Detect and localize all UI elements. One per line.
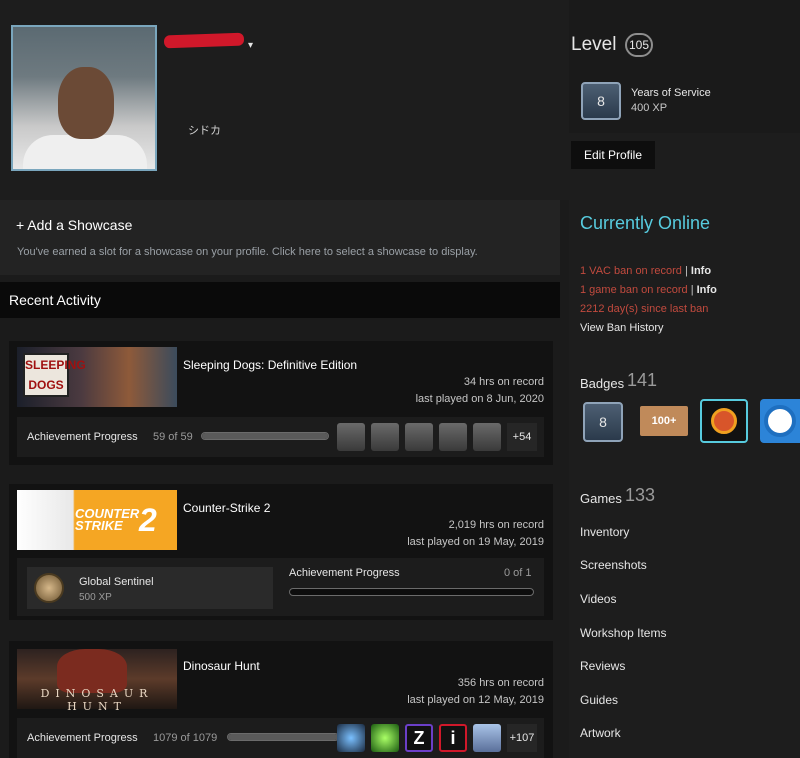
global-sentinel-icon [34,573,64,603]
screenshots-link[interactable]: Screenshots [580,558,647,572]
more-achievements-count[interactable]: +107 [507,724,537,752]
level-badge[interactable]: 105 [625,33,653,57]
achievement-icon[interactable] [337,423,365,451]
achievement-progress-label: Achievement Progress [27,732,138,744]
achievement-progress-label: Achievement Progress [289,567,400,579]
guides-link[interactable]: Guides [580,693,618,707]
achievement-icon[interactable] [473,724,501,752]
online-status: Currently Online [580,213,711,233]
achievement-icon[interactable] [473,423,501,451]
more-achievements-count[interactable]: +54 [507,423,537,451]
achievement-icon[interactable] [371,423,399,451]
game-hours: 356 hrs on record [457,677,544,689]
name-dropdown-icon[interactable]: ▾ [248,40,253,51]
games-link[interactable]: Games [580,491,622,506]
achievement-progress-fill [202,433,328,439]
sleeping-dogs-logo: SLEEPING DOGS [23,353,86,397]
game-hours: 34 hrs on record [463,376,544,388]
achievement-progress-row[interactable]: Achievement Progress 1079 of 1079 Z i +1… [17,718,544,758]
achievement-progress-bar [227,733,339,741]
redacted-username [163,32,245,49]
cs-logo-text: COUNTER STRIKE [75,506,140,533]
years-of-service-badge-icon[interactable]: 8 [583,402,623,442]
add-showcase-description: You've earned a slot for a showcase on y… [17,246,478,258]
game-title-counter-strike-2[interactable]: Counter-Strike 2 [183,501,270,515]
vac-ban-info-link[interactable]: Info [691,265,711,277]
achievement-icon-i[interactable]: i [439,724,467,752]
achievement-progress-label: Achievement Progress [27,431,138,443]
sun-face-badge-icon[interactable] [700,399,748,443]
game-ban-line: 1 game ban on record | Info [580,284,717,296]
days-since-ban: 2212 day(s) since last ban [580,303,709,315]
rank-name: Global Sentinel [79,576,154,588]
artwork-link[interactable]: Artwork [580,726,621,740]
achievement-icon[interactable] [337,724,365,752]
inventory-link[interactable]: Inventory [580,525,629,539]
badge-title: Years of Service [631,87,711,99]
achievement-count: 1079 of 1079 [153,732,218,744]
cs-logo-number: 2 [139,502,157,538]
achievement-icon[interactable] [405,423,433,451]
100-plus-badge-icon[interactable]: 100+ [640,406,688,436]
vac-ban-line: 1 VAC ban on record | Info [580,265,711,277]
soccer-ball-badge-icon[interactable] [760,399,800,443]
ban-separator: | [687,284,697,296]
avatar[interactable] [11,25,157,171]
game-title-dinosaur-hunt[interactable]: Dinosaur Hunt [183,659,260,673]
badges-count: 141 [627,370,658,390]
game-ban-info-link[interactable]: Info [697,284,717,296]
avatar-shirt [23,135,147,169]
real-name: シドカ [188,125,221,137]
edit-profile-button[interactable]: Edit Profile [571,141,655,169]
vac-ban-text: 1 VAC ban on record [580,265,682,277]
recent-activity-title: Recent Activity [9,292,101,308]
sun-icon [711,408,737,434]
game-last-played: last played on 19 May, 2019 [407,536,544,548]
view-ban-history-link[interactable]: View Ban History [580,322,664,334]
add-showcase-panel[interactable] [0,200,560,275]
game-last-played: last played on 8 Jun, 2020 [415,393,544,405]
game-ban-text: 1 game ban on record [580,284,688,296]
game-last-played: last played on 12 May, 2019 [407,694,544,706]
achievement-icon-z[interactable]: Z [405,724,433,752]
achievement-progress-bar[interactable] [289,588,534,596]
soccer-ball-icon [764,405,796,437]
achievement-progress-row[interactable]: Achievement Progress 59 of 59 +54 [17,417,544,457]
level-label: Level [571,34,617,55]
achievement-count: 59 of 59 [153,431,193,443]
badges-link[interactable]: Badges [580,376,624,391]
achievement-progress-fill [228,734,338,740]
dinosaur-hunt-logo: DINOSAUR HUNT [40,687,154,713]
badge-xp: 400 XP [631,102,668,114]
game-title-sleeping-dogs[interactable]: Sleeping Dogs: Definitive Edition [183,358,357,372]
years-of-service-badge-icon[interactable]: 8 [581,82,621,120]
achievement-icon[interactable] [371,724,399,752]
rank-xp: 500 XP [79,592,112,603]
achievement-count: 0 of 1 [504,567,532,579]
game-capsule-counter-strike-2[interactable]: COUNTER STRIKE 2 [17,490,177,550]
avatar-face [58,67,114,139]
workshop-items-link[interactable]: Workshop Items [580,626,666,640]
videos-link[interactable]: Videos [580,592,616,606]
add-showcase-title[interactable]: + Add a Showcase [16,217,132,233]
achievement-icon[interactable] [439,423,467,451]
games-count: 133 [625,485,656,505]
achievement-progress-bar [201,432,329,440]
reviews-link[interactable]: Reviews [580,659,625,673]
game-capsule-sleeping-dogs[interactable]: SLEEPING DOGS [17,347,177,407]
game-capsule-dinosaur-hunt[interactable]: DINOSAUR HUNT [17,649,177,713]
game-hours: 2,019 hrs on record [448,519,544,531]
ban-separator: | [681,265,691,277]
